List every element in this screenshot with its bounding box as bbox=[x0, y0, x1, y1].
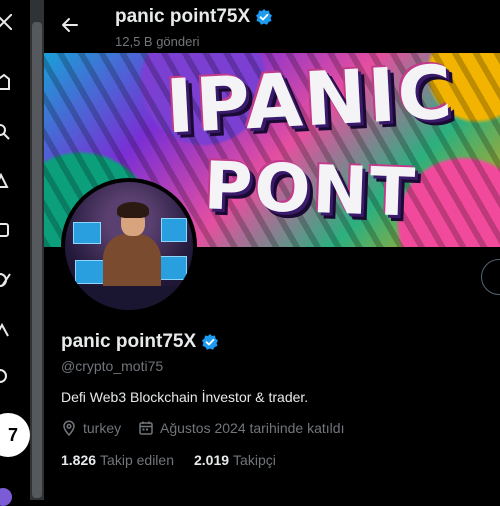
location-text: turkey bbox=[83, 420, 122, 436]
following-count: 1.826 bbox=[61, 452, 97, 468]
followers-label: Takipçi bbox=[233, 452, 276, 468]
post-count: 12,5 B gönderi bbox=[115, 34, 200, 49]
profile-location: turkey bbox=[61, 420, 121, 436]
verified-badge-icon[interactable] bbox=[255, 8, 273, 26]
profile-bio: Defi Web3 Blockchain İnvestor & trader. bbox=[61, 389, 309, 405]
messages-icon[interactable] bbox=[0, 222, 14, 238]
post-button[interactable]: 7 bbox=[0, 413, 30, 457]
banner-text-line2: PONT bbox=[202, 147, 419, 232]
profile-join-date: Ağustos 2024 tarihinde katıldı bbox=[138, 420, 344, 436]
communities-icon[interactable] bbox=[0, 322, 14, 338]
followers-count: 2.019 bbox=[194, 452, 230, 468]
verified-badge-icon[interactable] bbox=[201, 333, 219, 351]
banner-text-line1: IPANIC bbox=[163, 53, 457, 151]
header-name: panic point75X bbox=[115, 6, 251, 27]
header-title: panic point75X bbox=[115, 6, 273, 28]
followers-link[interactable]: 2.019 Takipçi bbox=[194, 452, 276, 468]
back-button[interactable] bbox=[60, 15, 80, 35]
following-label: Takip edilen bbox=[100, 452, 174, 468]
scrollbar-thumb[interactable] bbox=[32, 22, 42, 498]
home-icon[interactable] bbox=[0, 74, 14, 90]
profile-name: panic point75X bbox=[61, 331, 197, 352]
avatar-image bbox=[65, 182, 193, 310]
avatar-figure-hair bbox=[117, 202, 149, 218]
avatar-monitor bbox=[73, 222, 101, 244]
profile-handle: @crypto_moti75 bbox=[61, 358, 164, 374]
profile-icon[interactable] bbox=[0, 368, 14, 384]
notifications-icon[interactable] bbox=[0, 173, 14, 189]
arrow-left-icon bbox=[62, 18, 78, 32]
location-pin-icon bbox=[63, 420, 75, 436]
profile-name-row: panic point75X bbox=[61, 331, 219, 353]
calendar-icon bbox=[139, 421, 153, 435]
left-nav-rail: 7 bbox=[0, 0, 30, 506]
avatar-monitor bbox=[161, 218, 187, 242]
x-logo-icon[interactable] bbox=[0, 14, 14, 30]
account-avatar[interactable] bbox=[0, 488, 12, 506]
grok-icon[interactable] bbox=[0, 272, 14, 288]
following-link[interactable]: 1.826 Takip edilen bbox=[61, 452, 174, 468]
search-icon[interactable] bbox=[0, 124, 14, 140]
compose-icon: 7 bbox=[8, 425, 19, 445]
scrollbar[interactable] bbox=[30, 0, 44, 500]
join-date-text: Ağustos 2024 tarihinde katıldı bbox=[160, 420, 345, 436]
avatar-desk bbox=[65, 286, 193, 310]
follow-button[interactable] bbox=[481, 259, 500, 295]
profile-header: panic point75X 12,5 B gönderi bbox=[44, 0, 500, 52]
profile-avatar[interactable] bbox=[61, 178, 197, 314]
